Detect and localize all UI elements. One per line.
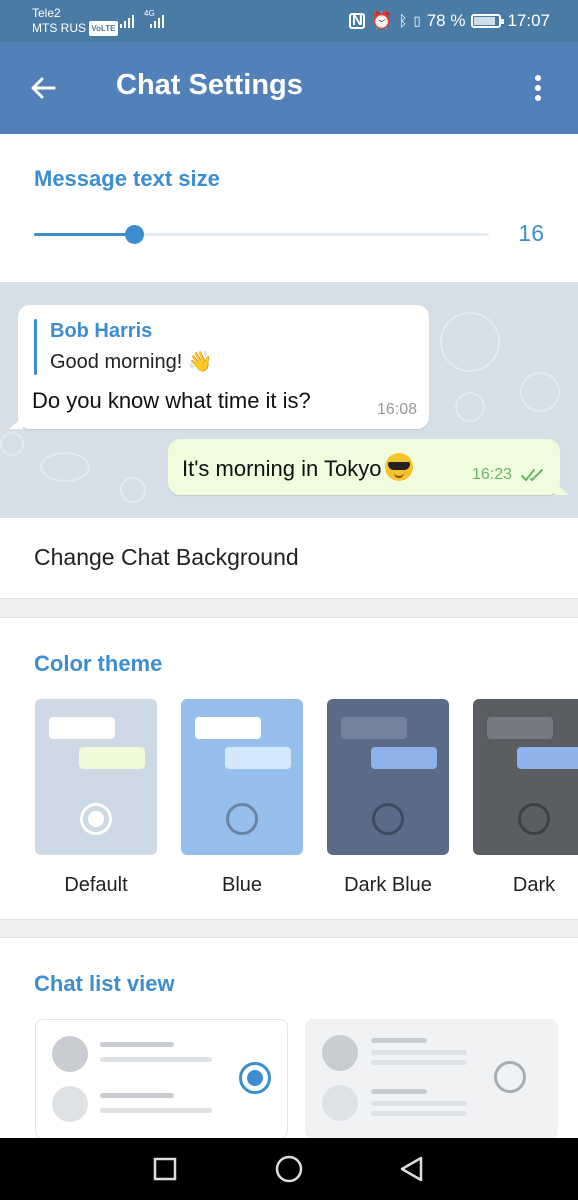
list-view-option-two-line[interactable] [35,1019,288,1138]
radio-dot [247,1070,263,1086]
outgoing-time: 16:23 [471,466,512,483]
sunglasses-emoji-icon [385,453,414,481]
outgoing-bubble-preview [225,747,291,769]
theme-label-default: Default [64,874,128,896]
incoming-message: Bob Harris Good morning! 👋 Do you know w… [9,305,429,429]
theme-label-dark-blue: Dark Blue [344,874,432,896]
arrow-left-icon[interactable] [28,72,60,104]
color-theme-section: Color theme Default Blue Dark Blue Dark [0,618,578,919]
incoming-bubble-preview [195,717,261,739]
battery-percent: 78 % [426,11,466,30]
status-right: N ⏰ ᛒ ▯ 78 % 17:07 [349,11,550,31]
section-divider [0,598,578,618]
line-placeholder [371,1101,467,1106]
text-size-section: Message text size 16 [0,134,578,282]
carrier-1: Tele2 [32,6,61,20]
theme-radio[interactable] [80,803,112,835]
battery-icon [471,14,505,28]
outgoing-bubble-preview [371,747,437,769]
theme-option-blue[interactable] [181,699,303,855]
background-doodle [440,312,500,372]
triangle-back-icon[interactable] [396,1153,428,1185]
avatar-placeholder [322,1035,358,1071]
volte-badge: VoLTE [89,21,118,37]
status-bar: Tele2 MTS RUS VoLTE 4G N ⏰ ᛒ ▯ 78 % 17:0… [0,0,578,42]
theme-option-dark-blue[interactable] [327,699,449,855]
incoming-bubble-preview [487,717,553,739]
text-size-value: 16 [518,220,544,246]
slider-thumb[interactable] [125,225,145,244]
chat-preview: Bob Harris Good morning! 👋 Do you know w… [0,282,578,518]
slider-fill [34,233,135,236]
nfc-icon: N [349,13,366,29]
background-doodle [120,477,146,503]
theme-radio[interactable] [226,803,258,835]
app-bar: Chat Settings [0,42,578,134]
theme-label-dark: Dark [512,874,556,896]
reply-message: Good morning! [50,351,183,373]
color-theme-title: Color theme [34,651,163,676]
reply-text: Good morning! 👋 [50,349,213,374]
outgoing-message: It's morning in Tokyo 16:23 [168,439,569,495]
chat-list-view-section: Chat list view [0,938,578,1138]
carrier-2: MTS RUS [32,21,86,35]
alarm-icon: ⏰ [371,11,393,30]
bluetooth-icon: ᛒ [398,12,408,30]
list-view-option-three-line[interactable] [305,1019,558,1138]
outgoing-text-wrap: It's morning in Tokyo [182,453,414,482]
text-size-title: Message text size [34,166,220,191]
double-check-icon [521,469,543,482]
theme-option-dark[interactable] [473,699,578,855]
text-size-slider[interactable] [34,225,489,244]
outgoing-text: It's morning in Tokyo [182,456,382,481]
theme-radio[interactable] [372,803,404,835]
more-vertical-icon[interactable] [526,72,550,104]
change-background-label: Change Chat Background [34,544,299,570]
background-doodle [0,432,24,456]
network-type: 4G [144,9,155,18]
square-icon[interactable] [149,1153,181,1185]
theme-label-blue: Blue [221,874,263,896]
circle-icon[interactable] [273,1153,305,1185]
reply-bar [34,319,37,375]
background-doodle [520,372,560,412]
system-nav-bar [0,1138,578,1200]
incoming-bubble-preview [341,717,407,739]
list-view-radio[interactable] [494,1061,526,1093]
list-view-radio-selected[interactable] [239,1062,271,1094]
line-placeholder [100,1093,174,1098]
signal-icons: 4G [120,9,174,35]
reply-sender-name: Bob Harris [50,320,153,342]
line-placeholder [100,1108,212,1113]
page-title: Chat Settings [116,69,303,101]
carrier-info: Tele2 MTS RUS VoLTE [32,6,118,37]
clock: 17:07 [507,11,550,30]
outgoing-bubble-preview [79,747,145,769]
avatar-placeholder [52,1086,88,1122]
incoming-bubble-preview [49,717,115,739]
incoming-time: 16:08 [376,401,417,418]
incoming-text: Do you know what time it is? [32,388,311,413]
line-placeholder [371,1050,467,1055]
line-placeholder [371,1089,427,1094]
line-placeholder [371,1111,467,1116]
avatar-placeholder [52,1036,88,1072]
waving-hand-icon: 👋 [187,351,213,373]
line-placeholder [100,1042,174,1047]
line-placeholder [100,1057,212,1062]
change-background-button[interactable]: Change Chat Background [0,518,578,598]
line-placeholder [371,1060,467,1065]
avatar-placeholder [322,1085,358,1121]
vibrate-icon: ▯ [413,13,421,28]
background-doodle [455,392,485,422]
theme-option-default[interactable] [35,699,157,855]
theme-radio[interactable] [518,803,550,835]
line-placeholder [371,1038,427,1043]
background-doodle [40,452,90,482]
section-divider [0,919,578,938]
chat-list-view-title: Chat list view [34,971,175,996]
outgoing-bubble-preview [517,747,578,769]
